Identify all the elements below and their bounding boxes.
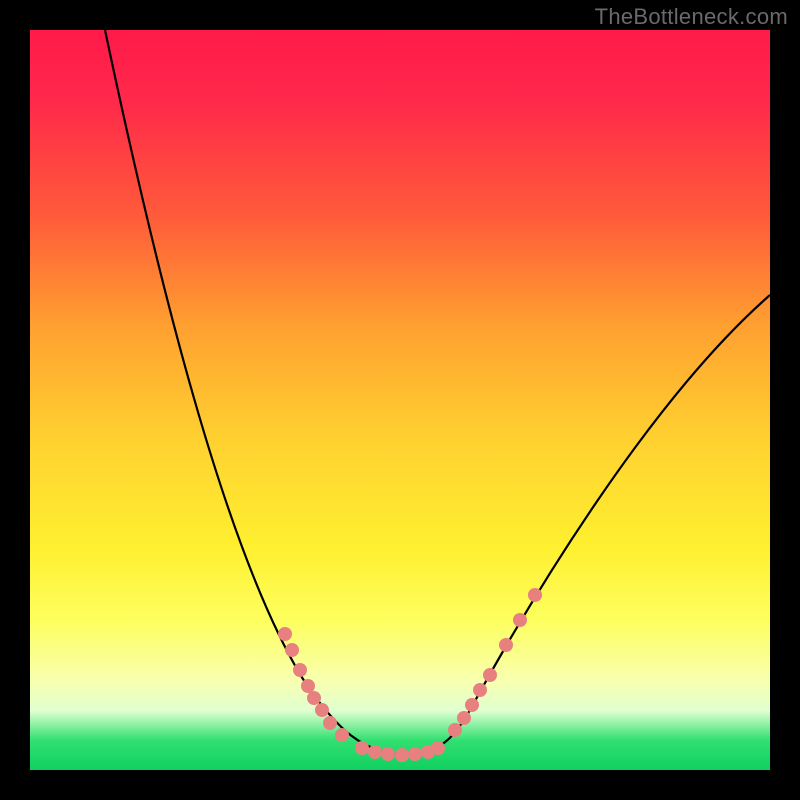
data-dot: [335, 728, 349, 742]
data-dot: [448, 723, 462, 737]
data-dot: [395, 748, 409, 762]
data-dot: [381, 747, 395, 761]
chart-frame: TheBottleneck.com: [0, 0, 800, 800]
data-dot: [457, 711, 471, 725]
data-dot: [408, 747, 422, 761]
data-dot: [355, 741, 369, 755]
data-dot: [323, 716, 337, 730]
data-dot: [285, 643, 299, 657]
data-dot: [473, 683, 487, 697]
data-dot: [307, 691, 321, 705]
data-dot: [368, 745, 382, 759]
data-dot: [431, 741, 445, 755]
data-dot: [293, 663, 307, 677]
bottleneck-curve: [105, 30, 770, 755]
data-dot: [301, 679, 315, 693]
data-dot: [499, 638, 513, 652]
data-dot: [465, 698, 479, 712]
data-dot: [483, 668, 497, 682]
plot-area: [30, 30, 770, 770]
dots-group: [278, 588, 542, 762]
data-dot: [278, 627, 292, 641]
data-dot: [513, 613, 527, 627]
curve-svg: [30, 30, 770, 770]
data-dot: [528, 588, 542, 602]
watermark-text: TheBottleneck.com: [595, 4, 788, 30]
data-dot: [315, 703, 329, 717]
